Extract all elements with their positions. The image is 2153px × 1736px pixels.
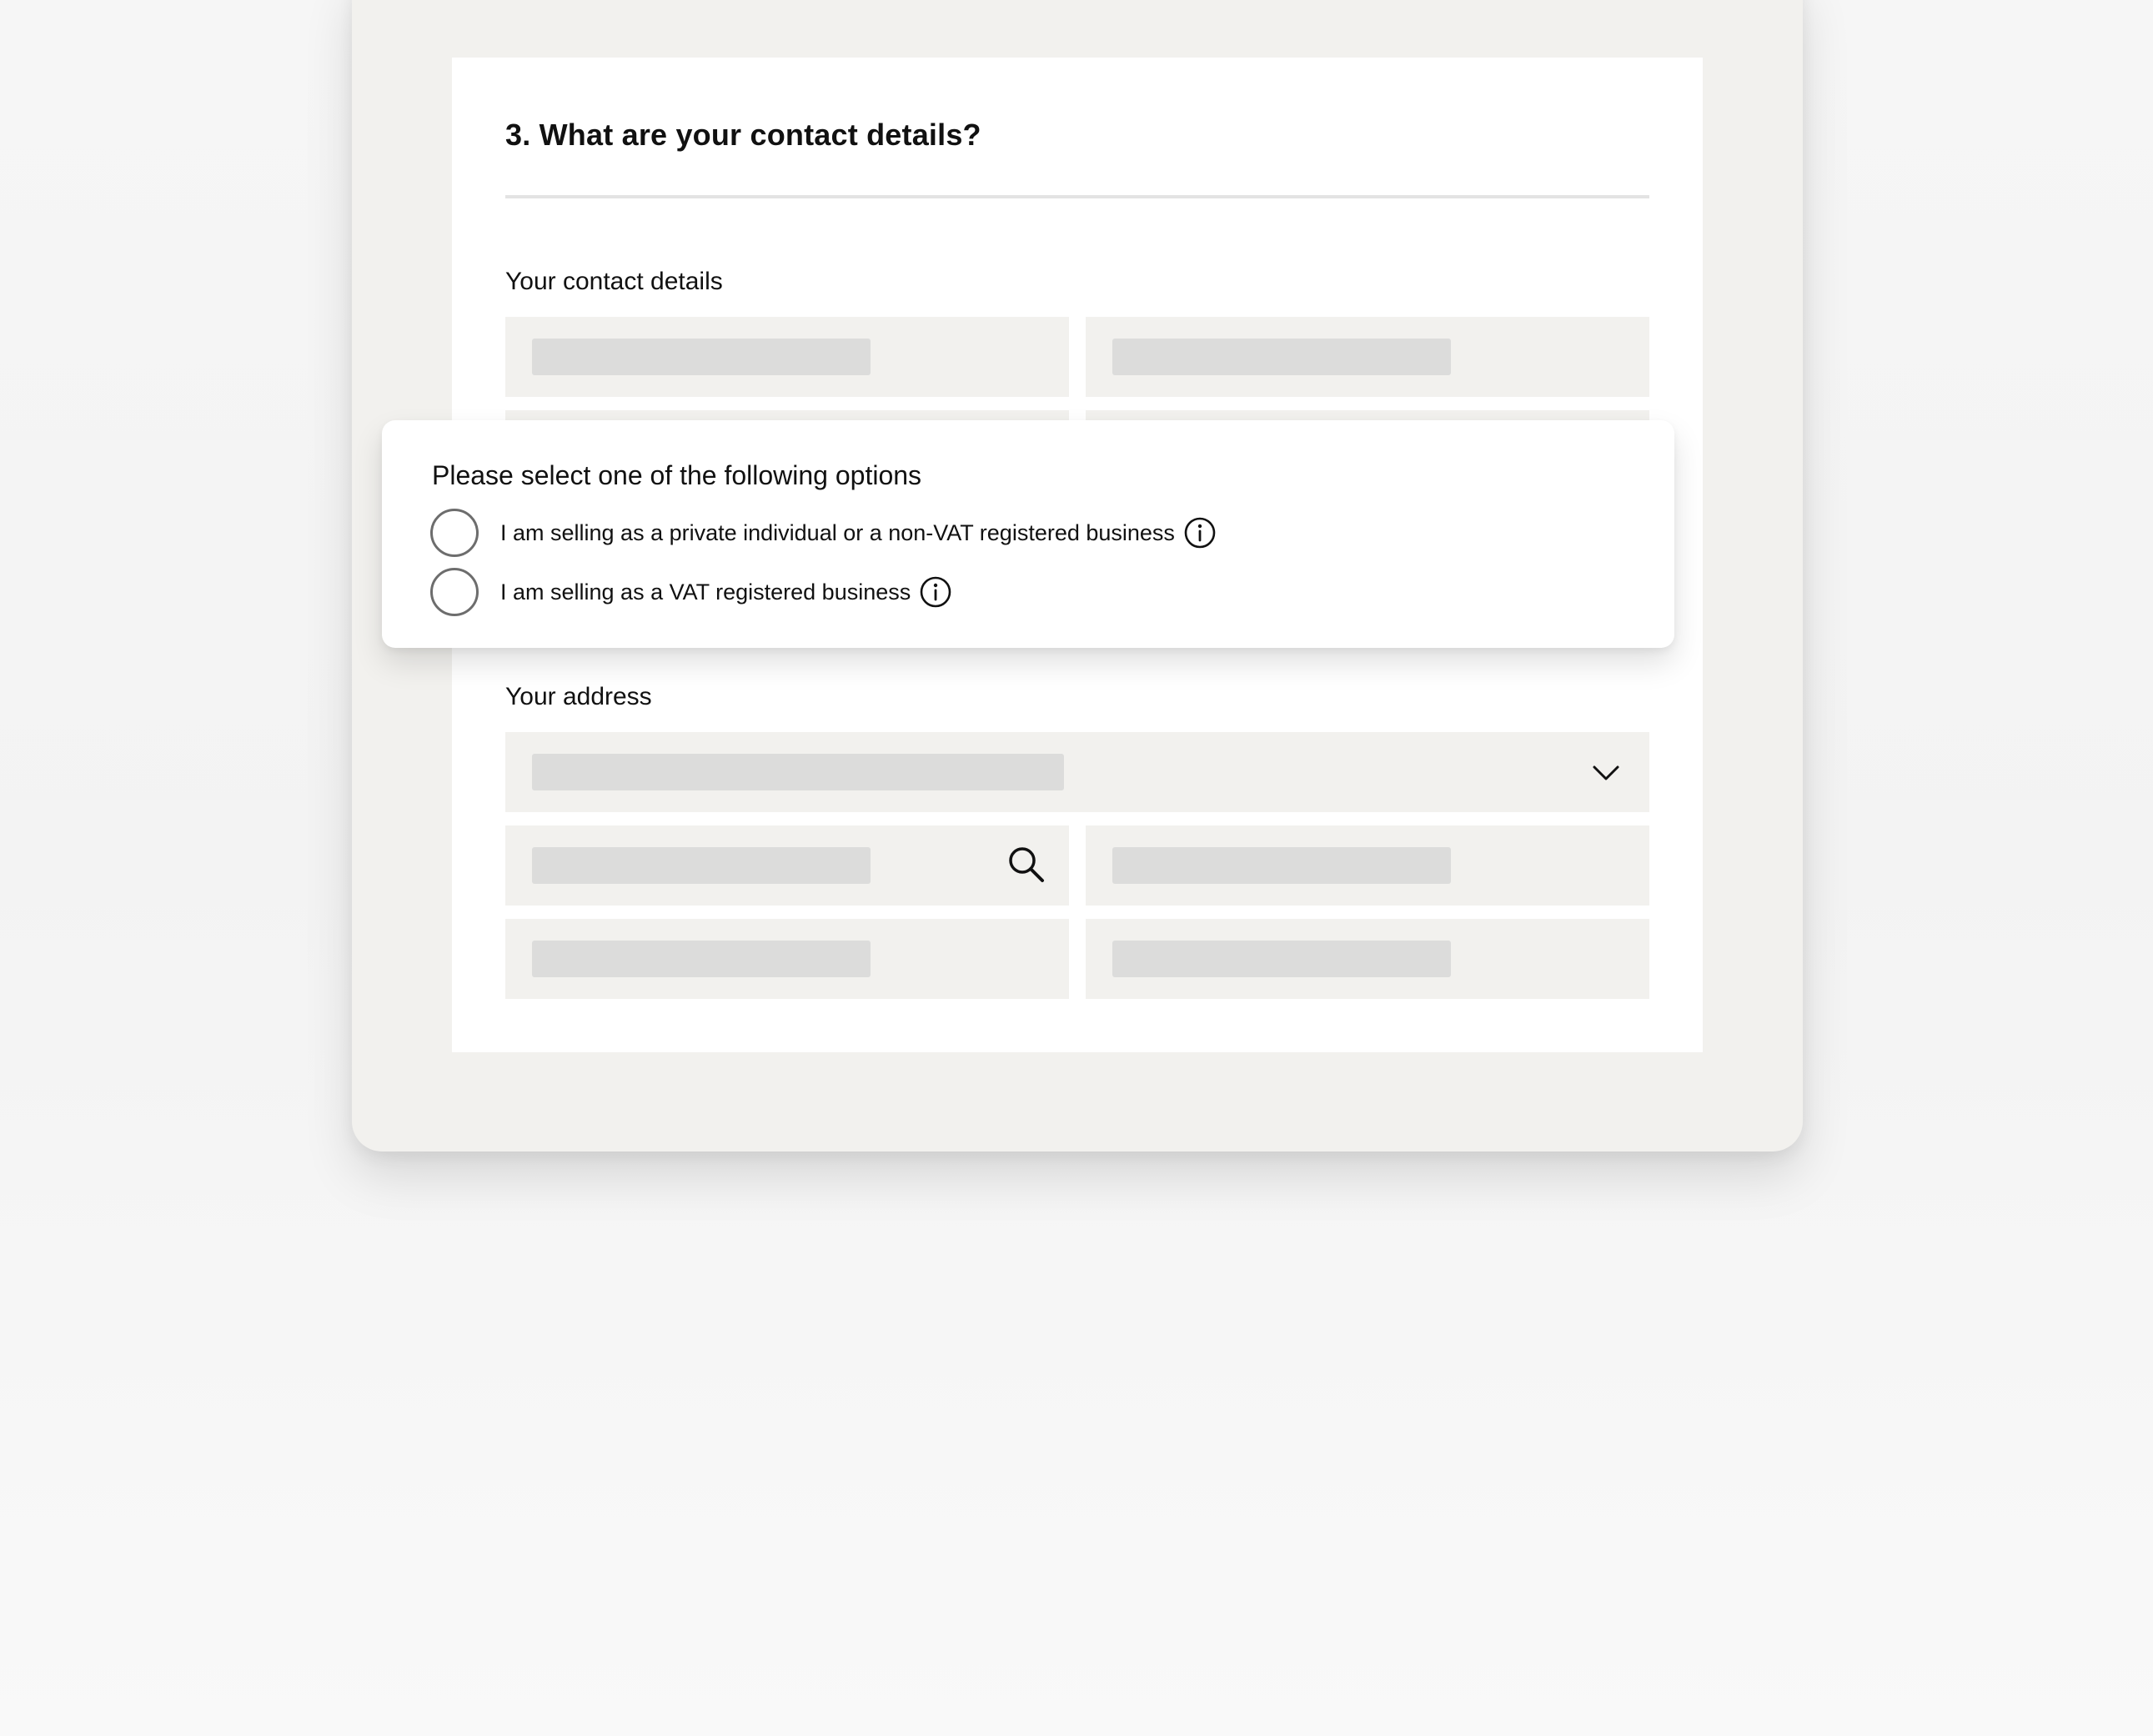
contact-section-label: Your contact details <box>505 268 723 295</box>
address-field-line[interactable] <box>1086 825 1649 906</box>
contact-field-first-name[interactable] <box>505 317 1069 397</box>
placeholder-bar <box>1112 941 1451 977</box>
placeholder-bar <box>532 339 871 375</box>
search-icon[interactable] <box>1007 845 1046 884</box>
radio-button-vat-registered[interactable] <box>430 568 479 616</box>
radio-button-private-individual[interactable] <box>430 509 479 557</box>
placeholder-bar <box>532 754 1064 790</box>
placeholder-bar <box>532 941 871 977</box>
option-vat-registered[interactable]: I am selling as a VAT registered busines… <box>430 566 952 618</box>
contact-field-last-name[interactable] <box>1086 317 1649 397</box>
address-field-city[interactable] <box>505 919 1069 999</box>
placeholder-bar <box>1112 847 1451 884</box>
address-search-input[interactable] <box>505 825 1069 906</box>
popover-title: Please select one of the following optio… <box>432 460 922 490</box>
seller-type-popover: Please select one of the following optio… <box>382 420 1674 648</box>
info-icon[interactable] <box>919 575 952 609</box>
info-icon[interactable] <box>1183 516 1217 549</box>
placeholder-bar <box>1112 339 1451 375</box>
title-divider <box>505 195 1649 198</box>
chevron-down-icon <box>1593 765 1619 780</box>
address-field-postcode[interactable] <box>1086 919 1649 999</box>
option-label: I am selling as a private individual or … <box>500 519 1175 545</box>
country-select[interactable] <box>505 732 1649 812</box>
option-private-individual[interactable]: I am selling as a private individual or … <box>430 507 1217 559</box>
form-title: 3. What are your contact details? <box>505 118 981 152</box>
option-label: I am selling as a VAT registered busines… <box>500 579 911 605</box>
placeholder-bar <box>532 847 871 884</box>
address-section-label: Your address <box>505 683 652 710</box>
